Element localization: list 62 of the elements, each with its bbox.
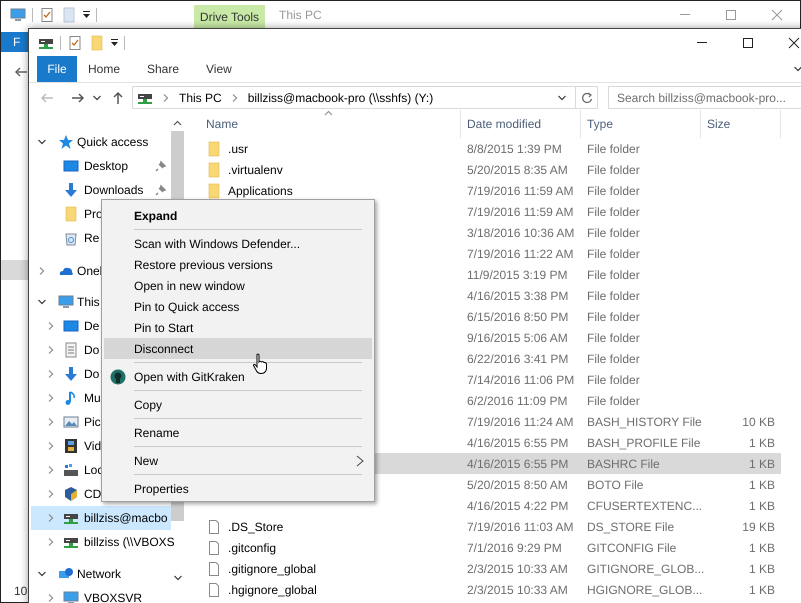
window-title: This PC — [279, 6, 322, 24]
type-cell-text: File folder — [586, 140, 641, 158]
date-cell-text: 2/3/2015 10:33 AM — [466, 560, 569, 578]
type-cell-text: GITIGNORE_GLOB... — [586, 560, 701, 578]
date-cell-text: 7/19/2016 11:59 AM — [466, 182, 575, 200]
status-text: 10 — [14, 583, 28, 600]
type-cell-text: HGIGNORE_GLOB... — [586, 582, 701, 598]
file-name: Applications — [228, 182, 293, 200]
file-name: .hgignore_global — [228, 582, 317, 598]
size-cell-text: 1 KB — [748, 582, 776, 598]
type-cell-text: File folder — [586, 392, 641, 410]
type-cell-text: BASH_PROFILE File — [586, 434, 701, 452]
size-cell-text: 1 KB — [748, 540, 776, 556]
date-cell-text: 8/8/2015 1:39 PM — [466, 140, 563, 158]
type-cell-text: File folder — [586, 308, 641, 326]
date-cell-text: 4/16/2015 3:38 PM — [466, 288, 570, 304]
file-name: .gitconfig — [228, 540, 276, 556]
file-name: .gitignore_global — [228, 560, 316, 578]
date-cell-text: 11/9/2015 3:19 PM — [466, 266, 569, 284]
type-cell-text: BASHRC File — [586, 456, 661, 472]
date-cell-text: 7/19/2016 11:03 AM — [466, 518, 575, 536]
type-cell-text: File folder — [586, 246, 641, 262]
size-cell-text: 1 KB — [748, 476, 776, 494]
size-cell-text: 19 KB — [741, 518, 776, 536]
date-cell-text: 7/1/2016 9:29 PM — [466, 540, 563, 556]
file-name: .virtualenv — [228, 162, 283, 178]
type-cell-text: File folder — [586, 224, 641, 242]
date-cell-text: 6/2/2016 11:09 PM — [466, 392, 569, 410]
size-cell-text: 10 KB — [741, 414, 776, 430]
date-cell-text: 7/19/2016 11:59 AM — [466, 204, 575, 220]
date-cell-text: 4/16/2015 4:22 PM — [466, 498, 570, 514]
type-cell-text: File folder — [586, 266, 641, 284]
date-cell-text: 4/16/2015 6:55 PM — [466, 434, 570, 452]
type-cell-text: BASH_HISTORY File — [586, 414, 701, 430]
date-cell-text: 5/20/2015 8:50 AM — [466, 476, 569, 494]
type-cell-text: File folder — [586, 372, 641, 388]
file-name: .usr — [228, 140, 248, 158]
type-cell-text: File folder — [586, 162, 641, 178]
type-cell-text: GITCONFIG File — [586, 540, 678, 556]
size-cell-text: 1 KB — [748, 434, 776, 452]
date-cell-text: 9/16/2015 5:06 AM — [466, 330, 569, 346]
type-cell-text: File folder — [586, 330, 641, 346]
type-cell-text: File folder — [586, 182, 641, 200]
date-cell-text: 2/3/2015 10:33 AM — [466, 582, 569, 598]
size-cell-text: 1 KB — [748, 456, 776, 472]
date-cell-text: 3/18/2016 10:36 AM — [466, 224, 576, 242]
date-cell-text: 6/22/2016 3:41 PM — [466, 350, 570, 368]
type-cell-text: File folder — [586, 350, 641, 368]
type-cell-text: DS_STORE File — [586, 518, 676, 536]
date-cell-text: 7/14/2016 11:06 PM — [466, 372, 576, 388]
date-cell-text: 6/15/2016 8:50 PM — [466, 308, 570, 326]
type-cell-text: File folder — [586, 288, 641, 304]
date-cell-text: 7/19/2016 11:22 AM — [466, 246, 575, 262]
size-cell-text: 1 KB — [748, 560, 776, 578]
type-cell-text: CFUSERTEXTENC... — [586, 498, 701, 514]
type-cell-text: BOTO File — [586, 476, 644, 494]
file-name: .DS_Store — [228, 518, 284, 536]
date-cell-text: 7/19/2016 11:24 AM — [466, 414, 575, 430]
date-cell-text: 4/16/2015 6:55 PM — [466, 456, 570, 472]
date-cell-text: 5/20/2015 8:35 AM — [466, 162, 569, 178]
type-cell-text: File folder — [586, 204, 641, 220]
size-cell-text: 1 KB — [748, 498, 776, 514]
